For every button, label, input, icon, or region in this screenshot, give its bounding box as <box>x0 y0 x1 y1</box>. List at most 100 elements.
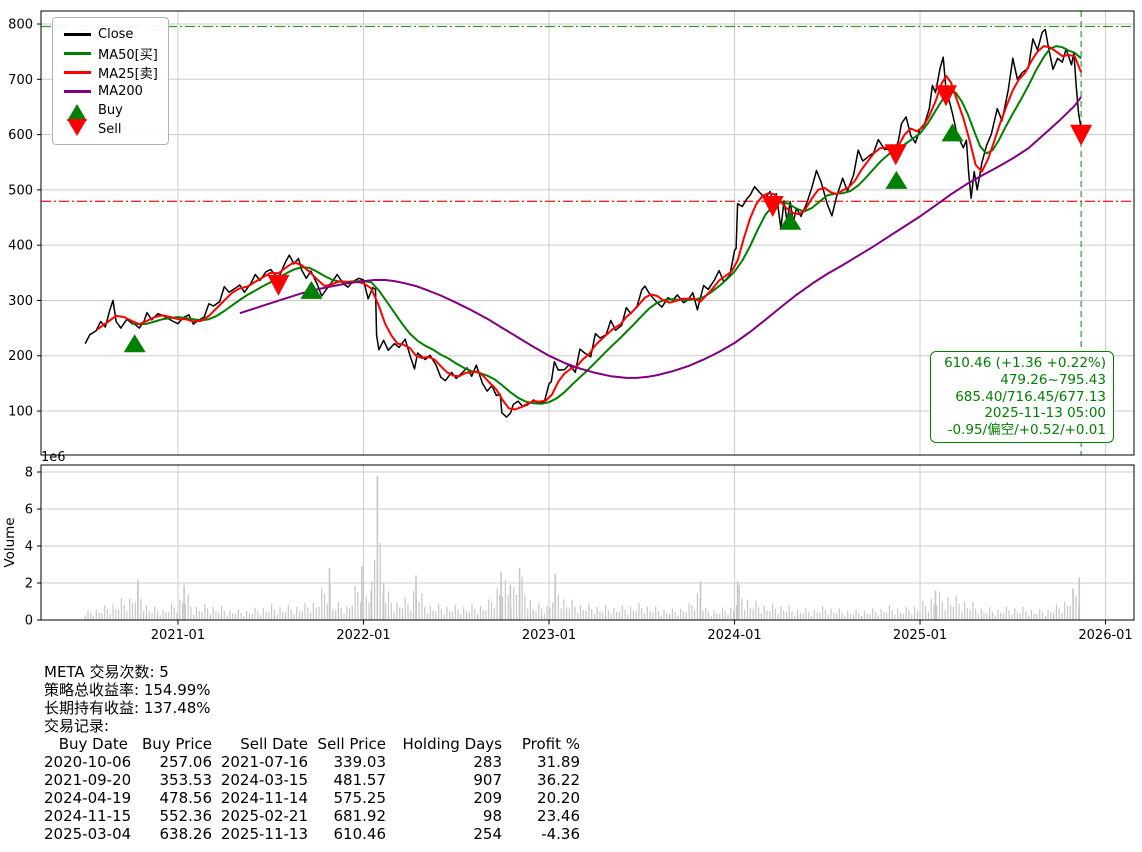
trade-table-cell: 2025-11-13 <box>212 825 308 843</box>
trade-table-cell: 20.20 <box>502 789 580 807</box>
legend: Close MA50[买]MA25[卖] MA200 Buy Sell <box>52 17 169 145</box>
trade-table-cell: 481.57 <box>308 771 386 789</box>
tick-label: 2023-01 <box>522 628 576 643</box>
tick-label: 2026-01 <box>1078 628 1132 643</box>
tick-label: 2 <box>25 577 33 592</box>
trade-table-cell: 575.25 <box>308 789 386 807</box>
trade-table-cell: 209 <box>386 789 502 807</box>
tick-label: 600 <box>8 128 33 143</box>
legend-swatch <box>62 123 92 136</box>
legend-item: Sell <box>62 120 158 139</box>
sell-marker <box>1070 125 1092 146</box>
legend-item-label: MA25[卖] <box>98 63 158 82</box>
trade-table-cell: Sell Date <box>212 735 308 753</box>
trade-table-cell: Sell Price <box>308 735 386 753</box>
trade-table-cell: 36.22 <box>502 771 580 789</box>
annotation-line: 610.46 (+1.36 +0.22%) <box>938 355 1106 372</box>
legend-swatch <box>62 33 92 36</box>
tick-label: 100 <box>8 405 33 420</box>
sell-marker <box>267 275 289 296</box>
trade-table-cell: Buy Date <box>44 735 128 753</box>
summary-trades-count: META 交易次数: 5 <box>44 663 580 681</box>
legend-line-swatch <box>64 90 91 93</box>
tick-label: 400 <box>8 239 33 254</box>
tick-label: 800 <box>8 18 33 33</box>
annotation-line: -0.95/偏空/+0.52/+0.01 <box>938 422 1106 439</box>
legend-item-label: Buy <box>98 103 123 118</box>
legend-swatch <box>62 104 92 117</box>
volume-axis-label: Volume <box>2 517 18 567</box>
summary-hold-return: 长期持有收益: 137.48% <box>44 699 580 717</box>
trade-table-cell: 2021-09-20 <box>44 771 128 789</box>
figure-canvas: { "figure": {"width": 1142, "height": 85… <box>0 0 1142 852</box>
trade-table-cell: 2024-11-14 <box>212 789 308 807</box>
trade-table-cell: 2025-02-21 <box>212 807 308 825</box>
legend-swatch <box>62 71 92 74</box>
trade-table-cell: 353.53 <box>128 771 212 789</box>
legend-item: MA25[卖] <box>62 63 158 82</box>
legend-line-swatch <box>64 33 91 36</box>
annotation-line: 685.40/716.45/677.13 <box>938 389 1106 406</box>
tick-label: 500 <box>8 183 33 198</box>
trade-table: Buy DateBuy PriceSell DateSell PriceHold… <box>44 735 580 843</box>
volume-bars <box>85 476 1081 620</box>
strategy-summary: META 交易次数: 5 策略总收益率: 154.99% 长期持有收益: 137… <box>44 663 580 843</box>
legend-item: Close <box>62 25 158 44</box>
trade-table-cell: -4.36 <box>502 825 580 843</box>
legend-item-label: MA50[买] <box>98 44 158 63</box>
trade-markers <box>124 85 1092 352</box>
legend-swatch <box>62 90 92 93</box>
tick-label: 2024-01 <box>707 628 761 643</box>
tick-label: 2021-01 <box>151 628 205 643</box>
tick-label: 8 <box>25 466 33 481</box>
trade-table-cell: 552.36 <box>128 807 212 825</box>
trade-table-cell: Profit % <box>502 735 580 753</box>
buy-marker <box>885 171 907 189</box>
trade-table-cell: 339.03 <box>308 753 386 771</box>
legend-item: Buy <box>62 101 158 120</box>
buy-marker <box>124 334 146 352</box>
trade-table-cell: 681.92 <box>308 807 386 825</box>
tick-label: 300 <box>8 294 33 309</box>
trade-table-cell: 2024-03-15 <box>212 771 308 789</box>
trade-table-cell: 638.26 <box>128 825 212 843</box>
legend-swatch <box>62 52 92 55</box>
trade-table-cell: 610.46 <box>308 825 386 843</box>
trade-table-cell: 2024-04-19 <box>44 789 128 807</box>
trade-table-cell: 257.06 <box>128 753 212 771</box>
annotation-line: 2025-11-13 05:00 <box>938 405 1106 422</box>
trade-table-cell: Buy Price <box>128 735 212 753</box>
trade-table-cell: 283 <box>386 753 502 771</box>
axis-ticks-and-labels: 100 200 300 400 500 600 700 800 0 2 4 6 8 2021-01 2022… <box>2 18 1133 644</box>
tick-label: 4 <box>25 540 33 555</box>
trade-table-cell: 2021-07-16 <box>212 753 308 771</box>
trade-table-cell: 254 <box>386 825 502 843</box>
legend-item-label: Close <box>98 27 133 42</box>
annotation-line: 479.26~795.43 <box>938 372 1106 389</box>
trade-table-cell: 2020-10-06 <box>44 753 128 771</box>
tick-label: 200 <box>8 349 33 364</box>
legend-item: MA50[买] <box>62 44 158 63</box>
trade-table-cell: 2024-11-15 <box>44 807 128 825</box>
tick-label: 2025-01 <box>893 628 947 643</box>
tick-label: 0 <box>25 614 33 629</box>
buy-marker <box>942 123 964 141</box>
trade-table-cell: 907 <box>386 771 502 789</box>
legend-item: MA200 <box>62 82 158 101</box>
price-volume-chart: 100 200 300 400 500 600 700 800 0 2 4 6 8 2021-01 2022… <box>0 0 1142 660</box>
trade-table-cell: 23.46 <box>502 807 580 825</box>
summary-strategy-return: 策略总收益率: 154.99% <box>44 681 580 699</box>
legend-line-swatch <box>64 71 91 74</box>
trade-table-cell: Holding Days <box>386 735 502 753</box>
legend-line-swatch <box>64 52 91 55</box>
legend-item-label: MA200 <box>98 84 143 99</box>
trade-table-cell: 2025-03-04 <box>44 825 128 843</box>
trade-table-cell: 98 <box>386 807 502 825</box>
sell-triangle-icon <box>67 119 87 136</box>
tick-label: 2022-01 <box>336 628 390 643</box>
trade-table-cell: 31.89 <box>502 753 580 771</box>
tick-label: 6 <box>25 503 33 518</box>
legend-item-label: Sell <box>98 122 121 137</box>
tick-label: 700 <box>8 73 33 88</box>
summary-records-label: 交易记录: <box>44 717 580 735</box>
